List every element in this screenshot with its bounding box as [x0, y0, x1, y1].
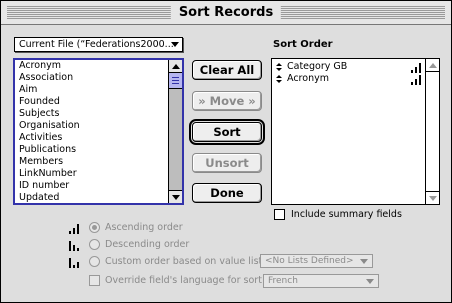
field-list-item[interactable]: LinkNumber	[15, 168, 168, 180]
window-title: Sort Records	[170, 4, 282, 21]
unsort-button[interactable]: Unsort	[192, 153, 262, 173]
ascending-order-icon	[69, 223, 83, 234]
ascending-label: Ascending order	[105, 222, 183, 233]
descending-order-icon	[69, 240, 83, 251]
include-summary-label: Include summary fields	[291, 209, 402, 220]
sort-scroll-up-button[interactable]	[426, 59, 439, 72]
chevron-down-icon	[171, 42, 179, 47]
done-button[interactable]: Done	[192, 183, 262, 203]
file-popup[interactable]: Current File (“Federations2000...	[14, 37, 183, 52]
override-language-label: Override field's language for sort	[105, 275, 262, 286]
scroll-up-button[interactable]	[169, 60, 182, 73]
field-list-item[interactable]: Aim	[15, 84, 168, 96]
language-popup[interactable]: French	[263, 274, 379, 288]
field-list-items: Acronym Association Aim Founded Subjects Orga…	[15, 60, 168, 203]
chevron-down-icon	[366, 279, 374, 284]
custom-order-label: Custom order based on value list	[105, 256, 263, 267]
sort-order-items: Category GB Acronym	[272, 59, 425, 204]
sort-order-scrollbar[interactable]	[425, 59, 439, 204]
field-list-item[interactable]: Founded	[15, 96, 168, 108]
field-list[interactable]: Acronym Association Aim Founded Subjects Orga…	[13, 58, 184, 205]
sort-scroll-down-button[interactable]	[426, 191, 439, 204]
ascending-order-icon	[411, 74, 423, 85]
field-list-item[interactable]: Subjects	[15, 108, 168, 120]
sort-order-label: Sort Order	[273, 39, 333, 50]
language-value: French	[268, 276, 298, 286]
sort-order-item[interactable]: Acronym	[272, 73, 425, 85]
sort-field-name: Category GB	[287, 61, 348, 72]
value-list-value: <No Lists Defined>	[265, 256, 354, 266]
sort-button[interactable]: Sort	[189, 119, 265, 145]
clear-all-button[interactable]: Clear All	[192, 60, 262, 80]
field-list-scrollbar[interactable]	[168, 60, 182, 203]
field-list-item[interactable]: Organisation	[15, 120, 168, 132]
value-list-popup[interactable]: <No Lists Defined>	[260, 254, 373, 268]
field-list-item[interactable]: Association	[15, 72, 168, 84]
scroll-thumb[interactable]	[169, 73, 182, 89]
field-list-item[interactable]: Updated	[15, 192, 168, 203]
scroll-down-button[interactable]	[169, 190, 182, 203]
sort-records-dialog: Sort Records Current File (“Federations2…	[0, 0, 452, 303]
ascending-order-icon	[411, 62, 423, 73]
descending-radio[interactable]	[89, 239, 100, 250]
field-list-item[interactable]: Members	[15, 156, 168, 168]
ascending-radio[interactable]	[89, 222, 100, 233]
move-button[interactable]: » Move »	[192, 91, 262, 111]
include-summary-checkbox[interactable]	[274, 209, 285, 220]
field-list-item[interactable]: Acronym	[15, 60, 168, 72]
field-list-item[interactable]: ID number	[15, 180, 168, 192]
scroll-down-arrow-icon	[429, 196, 437, 201]
field-list-item[interactable]: Activities	[15, 132, 168, 144]
scroll-up-arrow-icon	[429, 63, 437, 68]
file-popup-value: Current File (“Federations2000...	[19, 39, 174, 50]
title-bar[interactable]: Sort Records	[1, 1, 451, 25]
custom-order-radio[interactable]	[89, 256, 100, 267]
sort-order-list[interactable]: Category GB Acronym	[271, 58, 440, 205]
field-list-item[interactable]: Publications	[15, 144, 168, 156]
sort-order-item[interactable]: Category GB	[272, 61, 425, 73]
scroll-up-arrow-icon	[172, 64, 180, 69]
sort-field-name: Acronym	[287, 73, 329, 84]
sort-handle-icon[interactable]	[276, 75, 282, 83]
descending-label: Descending order	[105, 239, 190, 250]
custom-order-icon	[69, 257, 83, 268]
scroll-down-arrow-icon	[172, 195, 180, 200]
override-language-checkbox[interactable]	[89, 275, 100, 286]
chevron-down-icon	[360, 259, 368, 264]
sort-handle-icon[interactable]	[276, 63, 282, 71]
